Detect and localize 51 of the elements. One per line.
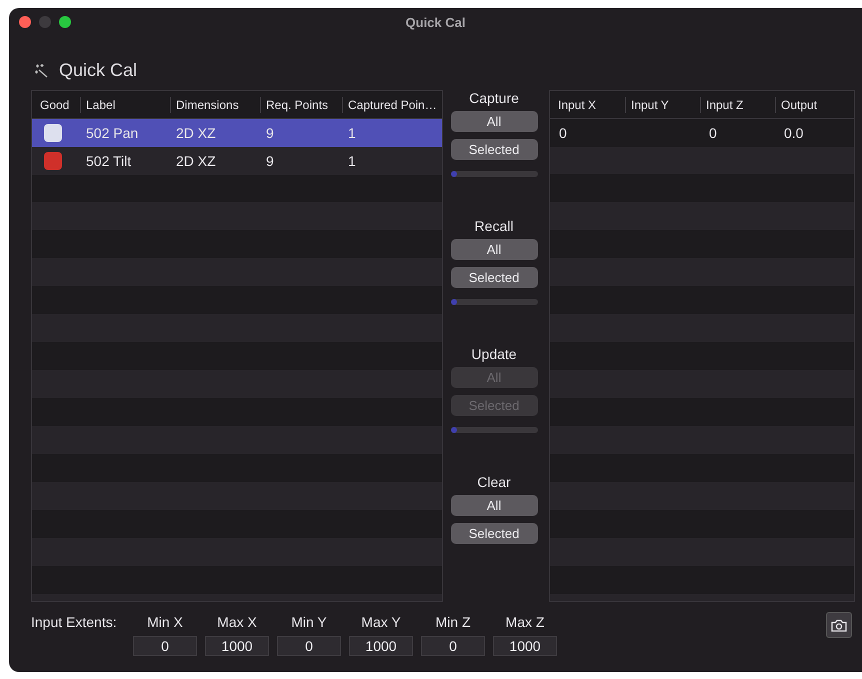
table-cell: 502 Tilt: [86, 153, 132, 169]
table-cell: 2D XZ: [176, 153, 216, 169]
table-cell: 1: [348, 153, 356, 169]
action-button[interactable]: Selected: [450, 139, 538, 160]
section-label: Capture: [469, 90, 519, 106]
sparkle-icon: [33, 62, 49, 78]
table-row[interactable]: 502 Pan 2D XZ 9 1: [32, 119, 442, 147]
input-field[interactable]: 1000: [349, 636, 413, 656]
close-button[interactable]: [19, 16, 31, 28]
table-cell: 1: [348, 125, 356, 141]
column-header[interactable]: Dimensions: [176, 98, 239, 112]
action-button[interactable]: All: [450, 239, 538, 260]
extents-label: Input Extents:: [31, 614, 118, 630]
section-label: Clear: [477, 474, 511, 490]
table-cell: 0: [559, 125, 567, 141]
zoom-button[interactable]: [59, 16, 71, 28]
column-header[interactable]: Label: [86, 98, 116, 112]
page-title: Quick Cal: [59, 60, 138, 80]
table-cell: 9: [266, 125, 274, 141]
input-field[interactable]: 1000: [205, 636, 269, 656]
field-label: Max Y: [361, 614, 401, 630]
field-label: Min Y: [291, 614, 327, 630]
action-button[interactable]: Selected: [450, 267, 538, 288]
column-header[interactable]: Req. Points: [266, 98, 328, 112]
input-field[interactable]: 0: [133, 636, 197, 656]
input-field[interactable]: 1000: [493, 636, 557, 656]
field-label: Min X: [147, 614, 183, 630]
table-cell: 0.0: [784, 125, 804, 141]
input-field[interactable]: 0: [421, 636, 485, 656]
action-button[interactable]: Selected: [450, 523, 538, 544]
column-header[interactable]: Input Y: [631, 98, 669, 112]
input-field[interactable]: 0: [277, 636, 341, 656]
column-header[interactable]: Good: [40, 98, 70, 112]
column-header[interactable]: Input X: [558, 98, 596, 112]
field-label: Max Z: [506, 614, 544, 630]
section-label: Update: [471, 346, 517, 362]
table-cell: 2D XZ: [176, 125, 216, 141]
camera-icon: [831, 618, 847, 632]
action-button[interactable]: All: [450, 111, 538, 132]
column-header[interactable]: Captured Poin…: [348, 98, 437, 112]
action-button[interactable]: All: [450, 495, 538, 516]
column-header[interactable]: Input Z: [706, 98, 744, 112]
camera-button[interactable]: [826, 612, 852, 638]
field-label: Max X: [217, 614, 257, 630]
window-title: Quick Cal: [406, 14, 466, 30]
table-cell: 502 Pan: [86, 125, 138, 141]
section-label: Recall: [474, 218, 514, 234]
table-cell: 0: [709, 125, 717, 141]
field-label: Min Z: [436, 614, 470, 630]
column-header[interactable]: Output: [781, 98, 818, 112]
table-cell: 9: [266, 153, 274, 169]
